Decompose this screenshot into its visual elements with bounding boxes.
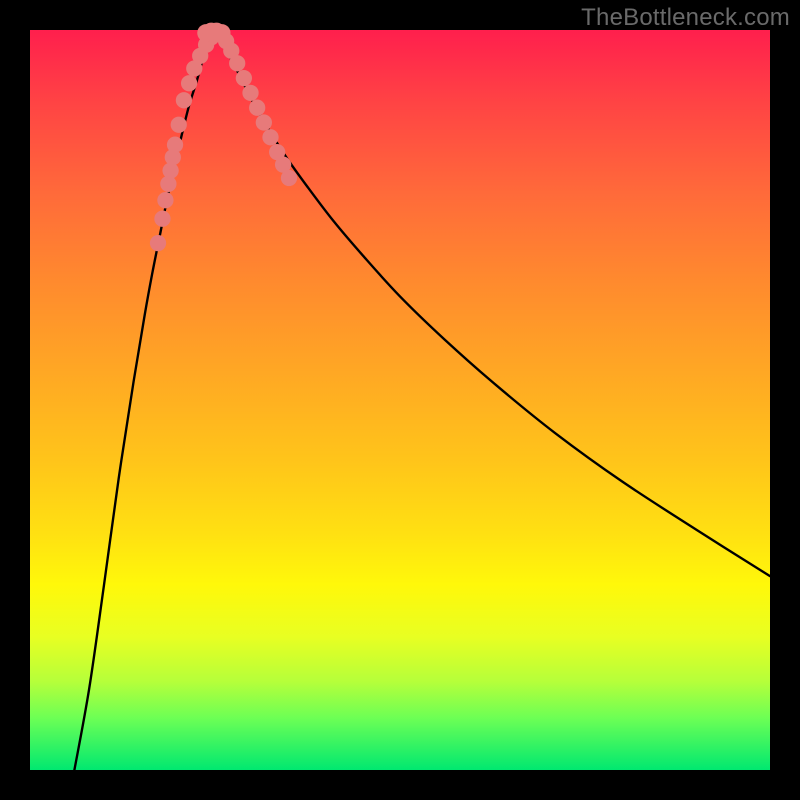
bottom-bridge-group <box>197 23 230 42</box>
left-curve <box>74 31 215 770</box>
right-dots-group <box>218 33 297 186</box>
data-point <box>157 192 173 208</box>
plot-area <box>30 30 770 770</box>
data-point <box>281 170 297 186</box>
data-point <box>262 129 278 145</box>
data-point <box>229 55 245 71</box>
data-point <box>181 75 197 91</box>
data-point <box>150 235 166 251</box>
chart-svg <box>30 30 770 770</box>
data-point <box>167 137 183 153</box>
data-point <box>242 85 258 101</box>
data-point <box>213 24 231 42</box>
data-point <box>171 117 187 133</box>
data-point <box>249 100 265 116</box>
data-point <box>236 70 252 86</box>
right-curve <box>215 31 770 576</box>
data-point <box>256 114 272 130</box>
chart-frame: TheBottleneck.com <box>0 0 800 800</box>
data-point <box>154 211 170 227</box>
data-point <box>176 92 192 108</box>
left-dots-group <box>150 25 227 251</box>
watermark-text: TheBottleneck.com <box>581 4 790 32</box>
